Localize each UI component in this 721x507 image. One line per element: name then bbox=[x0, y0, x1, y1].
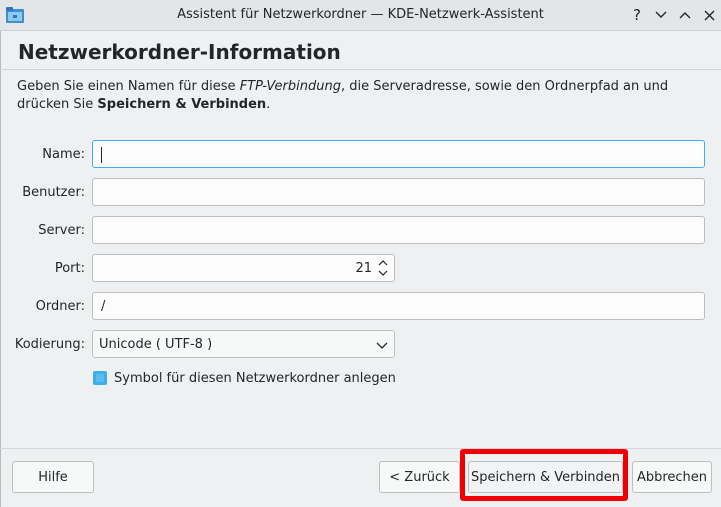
window-title: Assistent für Netzwerkordner — KDE-Netzw… bbox=[177, 7, 544, 22]
user-label: Benutzer: bbox=[22, 185, 85, 200]
help-icon[interactable]: ? bbox=[627, 5, 647, 25]
page-title: Netzwerkordner-Information bbox=[18, 40, 341, 64]
server-label: Server: bbox=[38, 223, 85, 238]
name-label: Name: bbox=[42, 147, 85, 162]
chevron-down-icon bbox=[376, 339, 388, 354]
port-label: Port: bbox=[54, 261, 85, 276]
help-button[interactable]: Hilfe bbox=[12, 461, 94, 493]
folder-label: Ordner: bbox=[35, 299, 85, 314]
minimize-icon[interactable] bbox=[651, 5, 671, 25]
title-bar: Assistent für Netzwerkordner — KDE-Netzw… bbox=[0, 0, 721, 31]
window-border bbox=[0, 31, 1, 507]
encoding-value: Unicode ( UTF-8 ) bbox=[99, 337, 213, 352]
server-input[interactable] bbox=[92, 216, 705, 244]
encoding-label: Kodierung: bbox=[14, 337, 85, 352]
cancel-button[interactable]: Abbrechen bbox=[632, 461, 712, 493]
folder-value: / bbox=[101, 299, 106, 314]
create-icon-checkbox[interactable] bbox=[93, 371, 107, 385]
user-input[interactable] bbox=[92, 178, 705, 206]
create-icon-option[interactable]: Symbol für diesen Netzwerkordner anlegen bbox=[93, 369, 396, 387]
header-divider bbox=[0, 69, 721, 70]
back-button[interactable]: < Zurück bbox=[379, 461, 460, 493]
port-value: 21 bbox=[355, 261, 372, 276]
name-input[interactable] bbox=[92, 140, 705, 168]
highlight-annotation bbox=[460, 449, 628, 501]
maximize-icon[interactable] bbox=[675, 5, 695, 25]
encoding-select[interactable]: Unicode ( UTF-8 ) bbox=[92, 330, 395, 358]
create-icon-label: Symbol für diesen Netzwerkordner anlegen bbox=[114, 370, 396, 386]
folder-input[interactable]: / bbox=[92, 292, 705, 320]
spin-arrows-icon[interactable] bbox=[377, 257, 389, 279]
page-description: Geben Sie einen Namen für diese FTP-Verb… bbox=[17, 79, 669, 112]
text-caret bbox=[101, 147, 102, 163]
port-spinbox[interactable]: 21 bbox=[92, 254, 395, 282]
close-icon[interactable] bbox=[699, 5, 719, 25]
